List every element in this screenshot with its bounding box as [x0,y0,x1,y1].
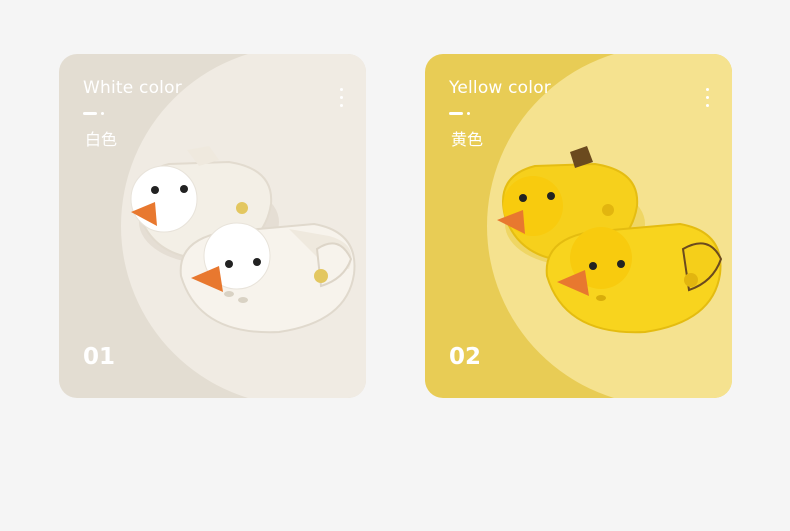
product-card-yellow[interactable]: Yellow color 黄色 02 [425,54,732,398]
more-dots-icon[interactable] [706,88,710,112]
card-number: 02 [449,344,482,370]
card-subtitle: 白色 [85,130,118,149]
card-number: 01 [83,344,116,370]
card-title: White color [83,78,182,98]
more-dots-icon[interactable] [340,88,344,112]
card-title: Yellow color [449,78,552,98]
product-card-white[interactable]: White color 白色 01 [59,54,366,398]
card-subtitle: 黄色 [451,130,484,149]
